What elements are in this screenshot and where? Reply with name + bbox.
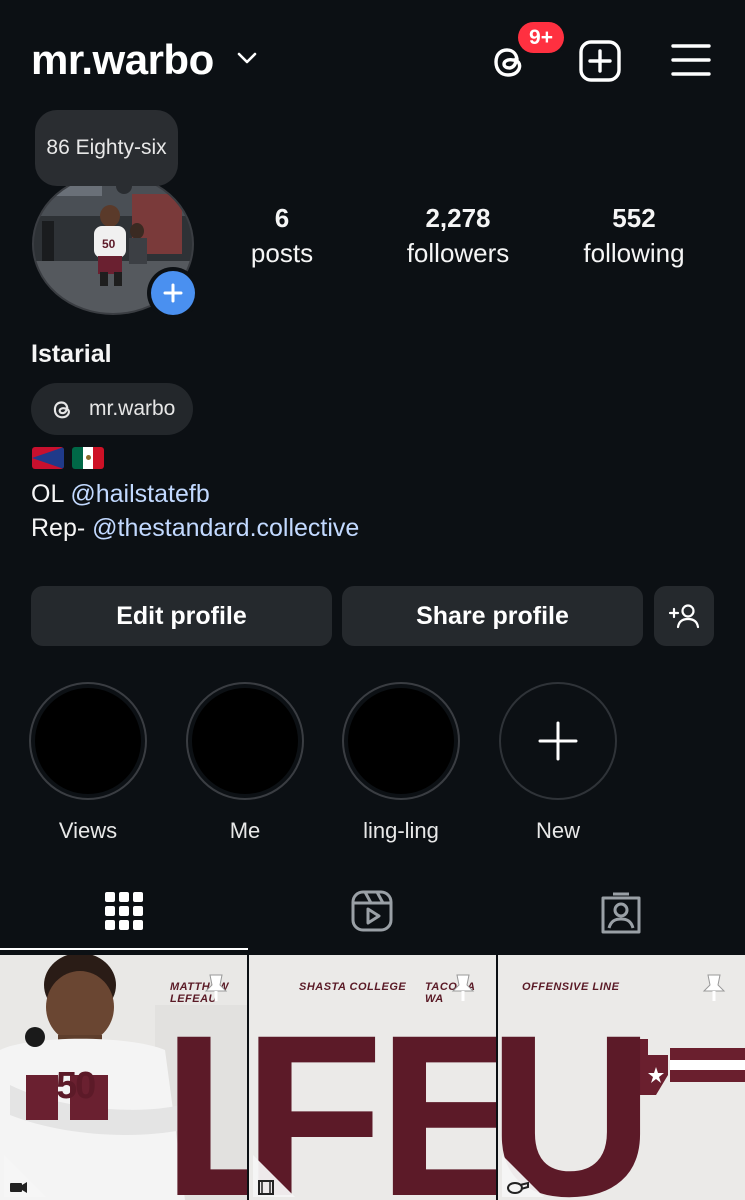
highlight-label: ling-ling — [363, 818, 439, 843]
chevron-down-icon[interactable] — [236, 50, 258, 66]
threads-handle: mr.warbo — [89, 397, 176, 420]
following-stat[interactable]: 552 following — [564, 203, 704, 269]
add-person-icon — [668, 604, 700, 629]
following-label: following — [583, 238, 685, 268]
mexico-flag — [72, 447, 104, 469]
highlight-views-cover — [29, 682, 147, 800]
posts-stat[interactable]: 6 posts — [232, 203, 332, 269]
create-post-icon[interactable] — [578, 39, 622, 83]
hailstatefb-link[interactable]: @hailstatefb — [70, 480, 209, 508]
post-tile-3[interactable]: OFFENSIVE LINE U — [498, 955, 745, 1200]
posts-label: posts — [250, 238, 314, 268]
active-tab-indicator — [0, 948, 248, 950]
pin-icon — [702, 974, 726, 1001]
threads-icon — [53, 401, 70, 419]
followers-label: followers — [406, 238, 510, 268]
bio-line-2: Rep- @thestandard.collective — [31, 514, 359, 543]
new-highlight-circle — [499, 682, 617, 800]
followers-stat[interactable]: 2,278 followers — [388, 203, 528, 269]
tagged-icon[interactable] — [599, 890, 643, 934]
following-count: 552 — [612, 203, 656, 233]
pin-icon — [204, 974, 228, 1001]
followers-count: 2,278 — [425, 203, 491, 233]
profile-note-bubble[interactable]: 86 Eighty-six — [35, 110, 178, 186]
post-1-letters: LE — [162, 987, 247, 1200]
plus-icon — [163, 283, 183, 303]
share-profile-button[interactable]: Share profile — [342, 586, 643, 646]
menu-icon[interactable] — [670, 42, 712, 78]
post-tile-1[interactable]: MATTHEW LEFEAU LE 50 — [0, 955, 247, 1200]
american-samoa-flag — [32, 447, 64, 469]
svg-text:50: 50 — [102, 237, 116, 251]
username-title[interactable]: mr.warbo — [31, 36, 214, 84]
bio-flags — [32, 447, 104, 469]
reels-icon[interactable] — [351, 890, 393, 932]
plus-icon — [538, 721, 578, 761]
discover-people-button[interactable] — [654, 586, 714, 646]
add-story-button[interactable] — [151, 271, 195, 315]
highlight-ling-ling-cover — [342, 682, 460, 800]
highlight-ling-ling[interactable]: ling-ling — [340, 682, 462, 844]
highlight-label: New — [535, 818, 580, 843]
highlight-views[interactable]: Views — [27, 682, 149, 844]
grid-icon[interactable] — [104, 891, 144, 931]
thestandard-collective-link[interactable]: @thestandard.collective — [92, 514, 359, 542]
bio-line-1-text: OL — [31, 480, 71, 508]
film-icon — [253, 1155, 295, 1197]
highlight-me-cover — [186, 682, 304, 800]
new-highlight-button[interactable]: New — [497, 682, 619, 844]
edit-profile-button[interactable]: Edit profile — [31, 586, 332, 646]
post-tile-2[interactable]: SHASTA COLLEGE TACOMA WA FEA — [249, 955, 496, 1200]
highlight-label: Views — [58, 818, 118, 843]
notification-badge: 9+ — [518, 22, 564, 53]
whistle-icon — [502, 1155, 544, 1197]
pin-icon — [451, 974, 475, 1001]
display-name: Istarial — [31, 340, 112, 368]
clips-icon — [4, 1155, 46, 1197]
threads-link-pill[interactable]: mr.warbo — [31, 383, 194, 435]
bio-line-1: OL @hailstatefb — [31, 480, 210, 509]
highlight-label: Me — [229, 818, 261, 843]
highlight-me[interactable]: Me — [184, 682, 306, 844]
posts-count: 6 — [274, 203, 290, 233]
jersey-number: 50 — [56, 1065, 96, 1107]
bio-line-2-text: Rep- — [31, 514, 93, 542]
